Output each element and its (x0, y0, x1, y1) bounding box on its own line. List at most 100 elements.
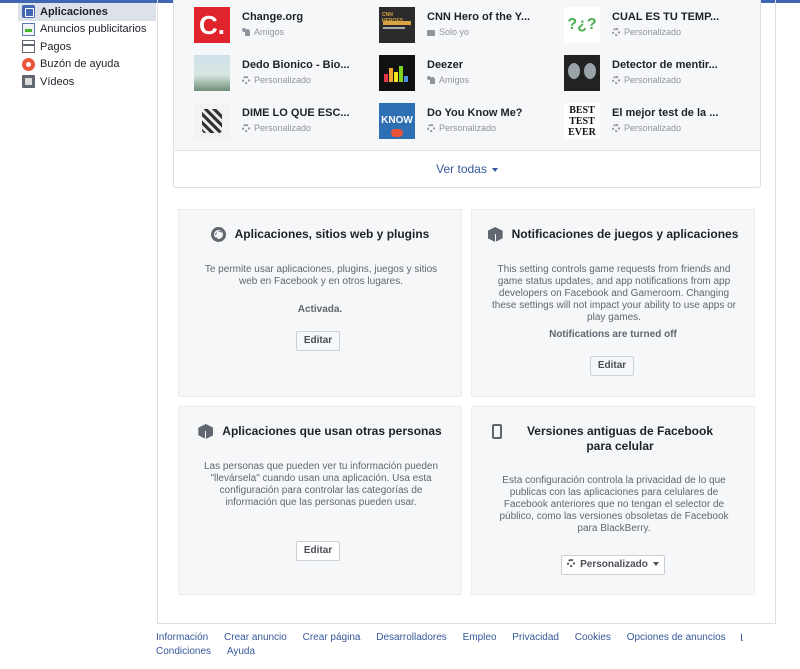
app-name: CNN Hero of the Y... (427, 11, 531, 23)
footer-link[interactable]: Empleo (463, 631, 497, 645)
app-visibility: Personalizado (624, 75, 682, 85)
app-item[interactable]: ?¿? CUAL ES TU TEMP... Personalizado (564, 7, 744, 45)
friends-icon (427, 76, 435, 84)
app-item[interactable]: Deezer Amigos (379, 55, 559, 93)
gear-icon (612, 76, 620, 84)
app-thumbnail (194, 103, 230, 139)
edit-button[interactable]: Editar (590, 356, 634, 376)
app-item[interactable]: CNN HEROES CNN Hero of the Y... Solo yo (379, 7, 559, 45)
apps-icon (22, 5, 35, 19)
app-visibility: Personalizado (439, 123, 497, 133)
footer-link-ad-choices[interactable]: Opciones de anuncios (627, 631, 749, 645)
sidebar-item-label: Vídeos (40, 75, 75, 88)
app-visibility: Solo yo (439, 27, 470, 37)
app-thumbnail (379, 55, 415, 91)
sidebar-item-ads[interactable]: Anuncios publicitarios (18, 21, 156, 39)
app-name: Do You Know Me? (427, 107, 523, 119)
gear-icon (427, 124, 435, 132)
app-item[interactable]: C. Change.org Amigos (194, 7, 374, 45)
app-thumbnail: BEST TEST EVER (564, 103, 600, 139)
card-status: Activada. (297, 304, 343, 315)
lock-icon (427, 30, 435, 36)
friends-icon (242, 28, 250, 36)
app-item[interactable]: KNOW ME? Do You Know Me? Personalizado (379, 103, 559, 141)
audience-selector-label: Personalizado (580, 559, 648, 570)
videos-icon (22, 75, 35, 89)
app-item[interactable]: BEST TEST EVER El mejor test de la ... P… (564, 103, 744, 141)
app-thumbnail: CNN HEROES (379, 7, 415, 43)
see-all-link[interactable]: Ver todas (174, 162, 760, 176)
app-visibility: Personalizado (624, 27, 682, 37)
apps-list: C. Change.org Amigos CNN HEROES CNN Hero… (173, 0, 761, 188)
apps-grid: C. Change.org Amigos CNN HEROES CNN Hero… (194, 7, 754, 147)
settings-sidebar: Aplicaciones Anuncios publicitarios Pago… (18, 3, 156, 91)
card-title: Aplicaciones, sitios web y plugins (179, 227, 461, 242)
app-thumbnail-text: CNN HEROES (382, 12, 404, 24)
app-visibility: Personalizado (254, 75, 312, 85)
card-apps-others-use: Aplicaciones que usan otras personas Las… (178, 406, 462, 595)
footer-link[interactable]: Condiciones (156, 645, 211, 659)
card-title-text: Aplicaciones que usan otras personas (222, 424, 442, 438)
app-visibility: Amigos (254, 27, 285, 37)
app-visibility: Amigos (439, 75, 470, 85)
footer-link[interactable]: Privacidad (512, 631, 559, 645)
gear-icon (567, 559, 576, 568)
gear-icon (242, 76, 250, 84)
card-title: Notificaciones de juegos y aplicaciones (472, 227, 754, 242)
card-title: Aplicaciones que usan otras personas (179, 424, 461, 439)
card-game-app-notifications: Notificaciones de juegos y aplicaciones … (471, 209, 755, 397)
edit-button[interactable]: Editar (296, 541, 340, 561)
app-name: Dedo Bionico - Bio... (242, 59, 350, 71)
audience-selector-button[interactable]: Personalizado (561, 555, 665, 575)
main-content: C. Change.org Amigos CNN HEROES CNN Hero… (157, 0, 776, 624)
footer-link[interactable]: Información (156, 631, 208, 645)
app-name: Change.org (242, 11, 304, 23)
sidebar-item-videos[interactable]: Vídeos (18, 73, 156, 91)
app-name: Detector de mentir... (612, 59, 718, 71)
edit-button[interactable]: Editar (296, 331, 340, 351)
footer-link[interactable]: Crear anuncio (224, 631, 287, 645)
caret-down-icon (652, 562, 659, 567)
gear-icon (210, 227, 226, 242)
gear-icon (612, 124, 620, 132)
sidebar-item-label: Pagos (40, 40, 72, 53)
app-thumbnail: KNOW ME? (379, 103, 415, 139)
sidebar-item-label: Aplicaciones (40, 5, 108, 18)
app-item[interactable]: DIME LO QUE ESC... Personalizado (194, 103, 374, 141)
gear-icon (612, 28, 620, 36)
footer-link[interactable]: Desarrolladores (376, 631, 447, 645)
footer-link[interactable]: Cookies (575, 631, 611, 645)
card-title: Versiones antiguas de Facebook para celu… (472, 424, 754, 454)
app-thumbnail-text: BEST (569, 105, 595, 116)
app-thumbnail-text: EVER (568, 127, 596, 138)
app-thumbnail (564, 55, 600, 91)
app-thumbnail: ?¿? (564, 7, 600, 43)
app-thumbnail (194, 55, 230, 91)
card-description: Esta configuración controla la privacida… (499, 475, 729, 534)
card-apps-websites-plugins: Aplicaciones, sitios web y plugins Te pe… (178, 209, 462, 397)
app-name: CUAL ES TU TEMP... (612, 11, 720, 23)
sidebar-item-apps[interactable]: Aplicaciones (18, 3, 156, 21)
sidebar-item-help-inbox[interactable]: Buzón de ayuda (18, 56, 156, 74)
phone-icon (492, 424, 502, 439)
app-name: El mejor test de la ... (612, 107, 719, 119)
help-inbox-icon (22, 57, 35, 71)
caret-down-icon (491, 167, 498, 172)
app-thumbnail-text: TEST (569, 116, 595, 127)
ads-icon (22, 22, 35, 36)
app-thumbnail: C. (194, 7, 230, 43)
card-title-text: Notificaciones de juegos y aplicaciones (511, 227, 739, 241)
page-footer: Información Crear anuncio Crear página D… (156, 631, 786, 659)
sidebar-item-payments[interactable]: Pagos (18, 38, 156, 56)
footer-link[interactable]: Ayuda (227, 645, 255, 659)
app-visibility: Personalizado (254, 123, 312, 133)
app-item[interactable]: Dedo Bionico - Bio... Personalizado (194, 55, 374, 93)
app-item[interactable]: Detector de mentir... Personalizado (564, 55, 744, 93)
card-description: Las personas que pueden ver tu informaci… (203, 461, 439, 508)
footer-link[interactable]: Crear página (303, 631, 361, 645)
app-name: Deezer (427, 59, 464, 71)
cube-icon (198, 424, 214, 439)
cube-icon (487, 227, 503, 242)
footer-link-label: Opciones de anuncios (626, 632, 726, 643)
card-title-text: Aplicaciones, sitios web y plugins (234, 227, 430, 241)
